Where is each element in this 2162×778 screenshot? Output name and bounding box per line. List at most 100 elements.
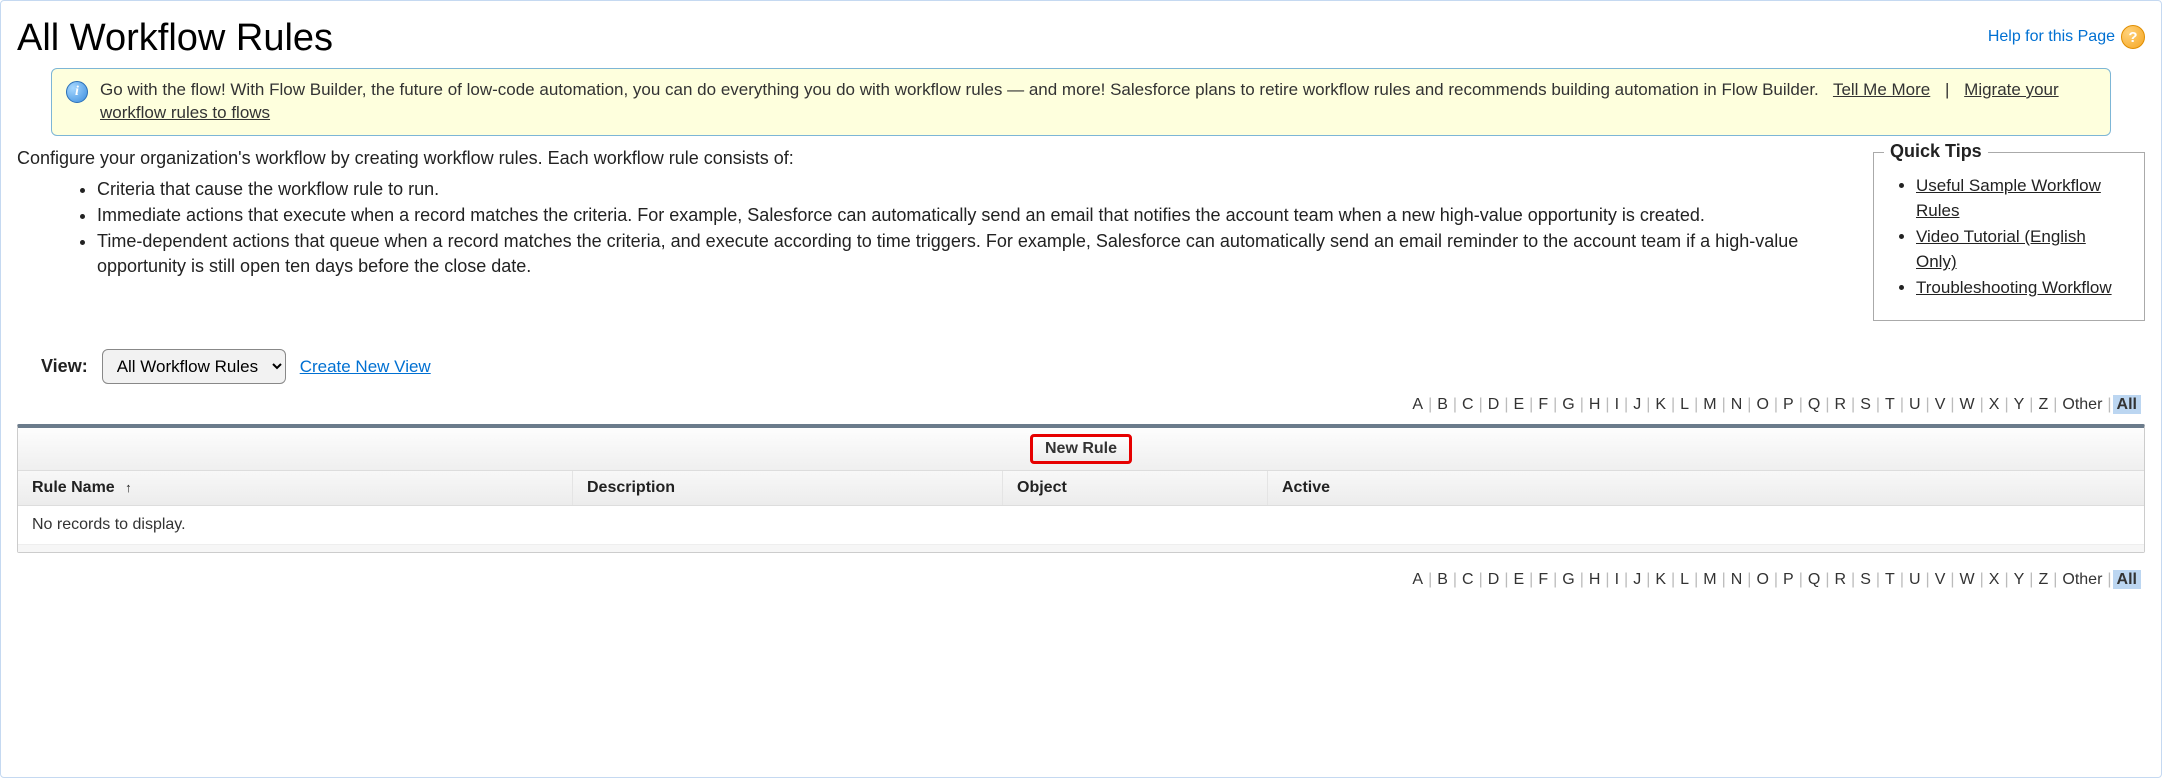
alpha-letter[interactable]: D (1484, 395, 1504, 414)
alpha-all[interactable]: All (2113, 570, 2141, 589)
banner-divider: | (1945, 80, 1949, 99)
alpha-letter[interactable]: O (1752, 570, 1772, 589)
info-icon: i (66, 81, 88, 103)
alpha-letter[interactable]: L (1676, 570, 1693, 589)
separator: | (1950, 396, 1954, 413)
alpha-letter[interactable]: U (1905, 570, 1925, 589)
alpha-letter[interactable]: X (1985, 570, 2004, 589)
page-container: All Workflow Rules Help for this Page ? … (0, 0, 2162, 778)
alpha-letter[interactable]: P (1779, 570, 1798, 589)
alpha-letter[interactable]: Y (2010, 395, 2029, 414)
alpha-letter[interactable]: I (1611, 395, 1623, 414)
sort-ascending-icon: ↑ (125, 480, 132, 495)
new-rule-button[interactable]: New Rule (1030, 434, 1132, 464)
alpha-letter[interactable]: K (1651, 395, 1670, 414)
quick-tip-link[interactable]: Useful Sample Workflow Rules (1916, 176, 2101, 221)
column-rule-name[interactable]: Rule Name ↑ (18, 471, 573, 505)
alpha-letter[interactable]: W (1956, 395, 1979, 414)
empty-message: No records to display. (32, 516, 186, 533)
help-link[interactable]: Help for this Page (1988, 28, 2115, 46)
alpha-letter[interactable]: O (1752, 395, 1772, 414)
create-new-view-link[interactable]: Create New View (300, 357, 431, 377)
alpha-other[interactable]: Other (2058, 570, 2106, 589)
alpha-letter[interactable]: T (1881, 395, 1899, 414)
alpha-letter[interactable]: M (1699, 570, 1720, 589)
separator: | (1605, 396, 1609, 413)
separator: | (1747, 396, 1751, 413)
column-active[interactable]: Active (1268, 471, 2144, 505)
alpha-letter[interactable]: G (1558, 395, 1578, 414)
help-icon[interactable]: ? (2121, 25, 2145, 49)
view-select[interactable]: All Workflow Rules (102, 349, 286, 384)
column-object[interactable]: Object (1003, 471, 1268, 505)
alpha-letter[interactable]: J (1629, 395, 1645, 414)
alpha-letter[interactable]: N (1727, 395, 1747, 414)
alpha-letter[interactable]: A (1408, 570, 1427, 589)
separator: | (2053, 396, 2057, 413)
separator: | (1646, 396, 1650, 413)
list-item: Useful Sample Workflow Rules (1916, 173, 2124, 224)
alpha-filter-bottom: A|B|C|D|E|F|G|H|I|J|K|L|M|N|O|P|Q|R|S|T|… (17, 567, 2145, 595)
quick-tip-link[interactable]: Troubleshooting Workflow (1916, 278, 2112, 297)
alpha-letter[interactable]: V (1931, 570, 1950, 589)
alpha-letter[interactable]: F (1534, 395, 1552, 414)
alpha-letter[interactable]: L (1676, 395, 1693, 414)
alpha-letter[interactable]: Z (2034, 570, 2052, 589)
quick-tip-link[interactable]: Video Tutorial (English Only) (1916, 227, 2086, 272)
alpha-letter[interactable]: C (1458, 570, 1478, 589)
banner-text: Go with the flow! With Flow Builder, the… (100, 80, 1819, 99)
alpha-letter[interactable]: J (1629, 570, 1645, 589)
alpha-all[interactable]: All (2113, 395, 2141, 414)
alpha-letter[interactable]: D (1484, 570, 1504, 589)
alpha-letter[interactable]: N (1727, 570, 1747, 589)
separator: | (1747, 571, 1751, 588)
alpha-letter[interactable]: F (1534, 570, 1552, 589)
alpha-letter[interactable]: M (1699, 395, 1720, 414)
separator: | (1825, 396, 1829, 413)
separator: | (1580, 571, 1584, 588)
alpha-letter[interactable]: U (1905, 395, 1925, 414)
alpha-letter[interactable]: H (1585, 395, 1605, 414)
alpha-letter[interactable]: E (1509, 570, 1528, 589)
alpha-letter[interactable]: T (1881, 570, 1899, 589)
alpha-letter[interactable]: C (1458, 395, 1478, 414)
alpha-letter[interactable]: V (1931, 395, 1950, 414)
column-description[interactable]: Description (573, 471, 1003, 505)
alpha-letter[interactable]: G (1558, 570, 1578, 589)
separator: | (1722, 396, 1726, 413)
alpha-letter[interactable]: H (1585, 570, 1605, 589)
alpha-letter[interactable]: A (1408, 395, 1427, 414)
alpha-letter[interactable]: Z (2034, 395, 2052, 414)
grid-frame: New Rule Rule Name ↑ Description Object … (17, 424, 2145, 553)
separator: | (1980, 396, 1984, 413)
column-label: Active (1282, 479, 1330, 496)
alpha-letter[interactable]: S (1856, 570, 1875, 589)
alpha-letter[interactable]: I (1611, 570, 1623, 589)
alpha-letter[interactable]: R (1830, 395, 1850, 414)
alpha-letter[interactable]: Q (1804, 570, 1824, 589)
list-item: Video Tutorial (English Only) (1916, 224, 2124, 275)
alpha-letter[interactable]: W (1956, 570, 1979, 589)
alpha-letter[interactable]: K (1651, 570, 1670, 589)
help-section: Help for this Page ? (1988, 25, 2145, 49)
alpha-letter[interactable]: X (1985, 395, 2004, 414)
alpha-letter[interactable]: S (1856, 395, 1875, 414)
view-row: View: All Workflow Rules Create New View (41, 349, 2145, 384)
alpha-letter[interactable]: P (1779, 395, 1798, 414)
page-header: All Workflow Rules Help for this Page ? (17, 17, 2145, 60)
alpha-letter[interactable]: B (1433, 570, 1452, 589)
separator: | (1876, 571, 1880, 588)
info-banner: i Go with the flow! With Flow Builder, t… (51, 68, 2111, 136)
alpha-letter[interactable]: Y (2010, 570, 2029, 589)
tell-me-more-link[interactable]: Tell Me More (1833, 80, 1930, 99)
separator: | (1876, 396, 1880, 413)
alpha-other[interactable]: Other (2058, 395, 2106, 414)
separator: | (1722, 571, 1726, 588)
separator: | (1900, 571, 1904, 588)
alpha-letter[interactable]: R (1830, 570, 1850, 589)
separator: | (2107, 571, 2111, 588)
alpha-letter[interactable]: Q (1804, 395, 1824, 414)
grid-bottom (18, 544, 2144, 552)
alpha-letter[interactable]: E (1509, 395, 1528, 414)
alpha-letter[interactable]: B (1433, 395, 1452, 414)
